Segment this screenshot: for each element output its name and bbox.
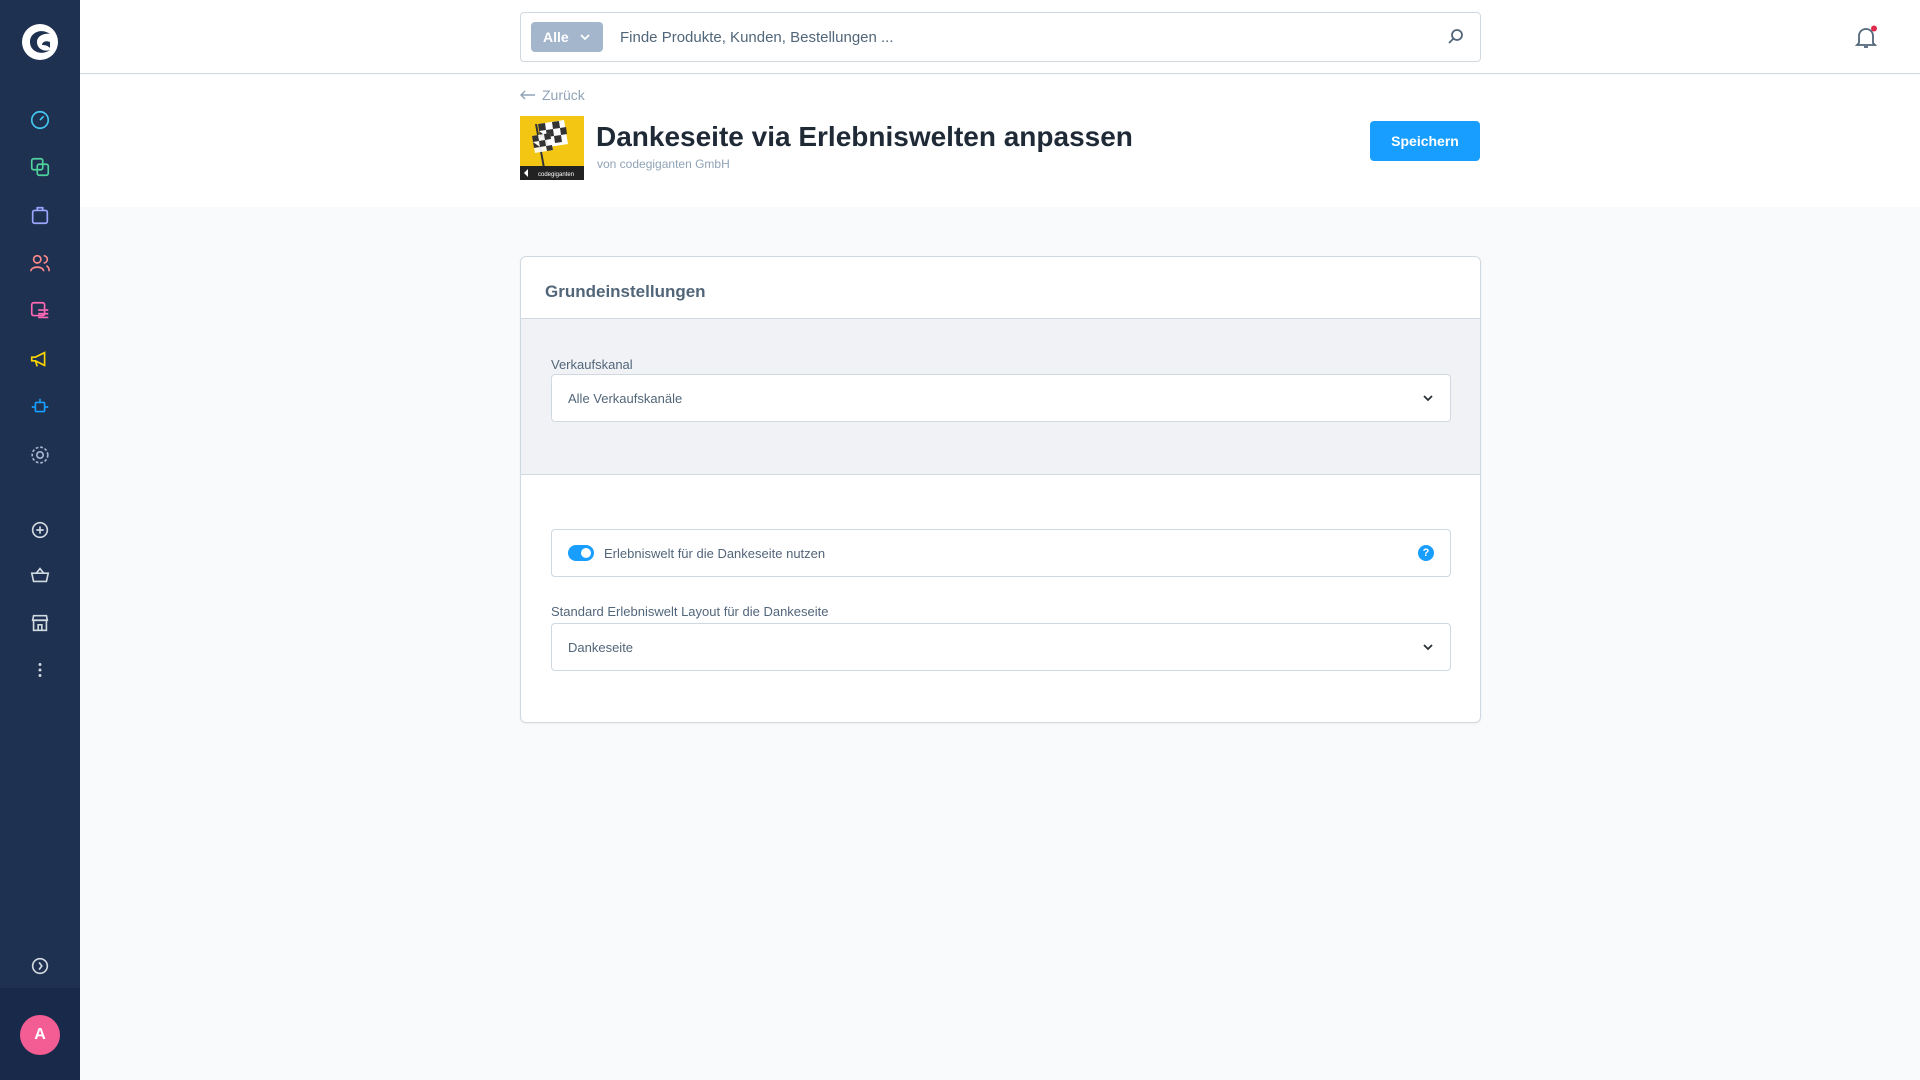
sidebar-item-marketing[interactable] [0,339,80,379]
search-icon[interactable] [1446,27,1466,47]
layout-label: Standard Erlebniswelt Layout für die Dan… [551,604,829,619]
logo-icon[interactable] [20,22,60,62]
add-icon [31,521,49,539]
sales-channel-label: Verkaufskanal [551,357,633,372]
help-icon[interactable]: ? [1418,545,1434,561]
notification-bell-icon[interactable] [1853,24,1879,50]
sidebar-item-settings[interactable] [0,435,80,475]
more-icon [38,663,42,677]
collapse-icon [31,957,49,975]
customers-icon [30,254,50,272]
chevron-down-icon [1423,644,1433,651]
extensions-icon [31,398,49,413]
save-button[interactable]: Speichern [1370,121,1480,161]
sales-channel-select[interactable]: Alle Verkaufskanäle [551,374,1451,422]
search-type-select[interactable]: Alle [531,22,603,52]
user-avatar[interactable]: A [20,1015,60,1055]
sidebar-item-extensions[interactable] [0,387,80,427]
sidebar-collapse-button[interactable] [0,946,80,986]
sidebar-item-orders[interactable] [0,195,80,235]
page-title: Dankeseite via Erlebniswelten anpassen [596,121,1133,152]
checkered-flag-icon: codegiganten [520,120,584,180]
catalog-icon [30,157,50,177]
sidebar-item-add[interactable] [0,510,80,550]
top-bar: Alle [80,0,1920,74]
sales-channel-value: Alle Verkaufskanäle [568,390,683,406]
plugin-icon: codegiganten [520,116,584,180]
global-search: Alle [520,12,1481,62]
sidebar-item-catalog[interactable] [0,147,80,187]
dashboard-icon [30,110,50,130]
marketing-icon [30,351,46,367]
content-icon [30,301,49,319]
sidebar-item-more[interactable] [0,650,80,690]
card-title: Grundeinstellungen [521,257,1480,319]
orders-icon [31,206,49,225]
page-subtitle: von codegiganten GmbH [597,157,730,171]
thankyou-shopping-experience-toggle[interactable] [568,545,594,561]
chevron-down-icon [580,34,590,41]
chevron-down-icon [1423,395,1433,402]
back-label: Zurück [542,87,585,103]
store-icon [31,614,49,632]
sidebar-item-content[interactable] [0,291,80,331]
arrow-left-icon [520,90,535,100]
toggle-label: Erlebniswelt für die Dankeseite nutzen [604,545,826,561]
sidebar-item-basket[interactable] [0,555,80,595]
sidebar-item-dashboard[interactable] [0,100,80,140]
page-header: Zurück codegiganten Dankeseite via Erleb… [80,75,1920,207]
plugin-icon-text: codegiganten [538,172,574,178]
basket-icon [30,567,50,583]
back-link[interactable]: Zurück [520,87,585,103]
sidebar: A [0,0,80,1080]
sales-channel-section: Verkaufskanal Alle Verkaufskanäle [521,319,1480,475]
layout-value: Dankeseite [568,639,634,655]
sidebar-item-store[interactable] [0,603,80,643]
settings-card: Grundeinstellungen Verkaufskanal Alle Ve… [520,256,1481,723]
thankyou-shopping-experience-switch-field: Erlebniswelt für die Dankeseite nutzen ? [551,529,1451,577]
search-input[interactable] [618,21,1418,53]
sidebar-item-customers[interactable] [0,243,80,283]
search-type-label: Alle [543,29,569,45]
settings-icon [31,446,49,464]
layout-select[interactable]: Dankeseite [551,623,1451,671]
